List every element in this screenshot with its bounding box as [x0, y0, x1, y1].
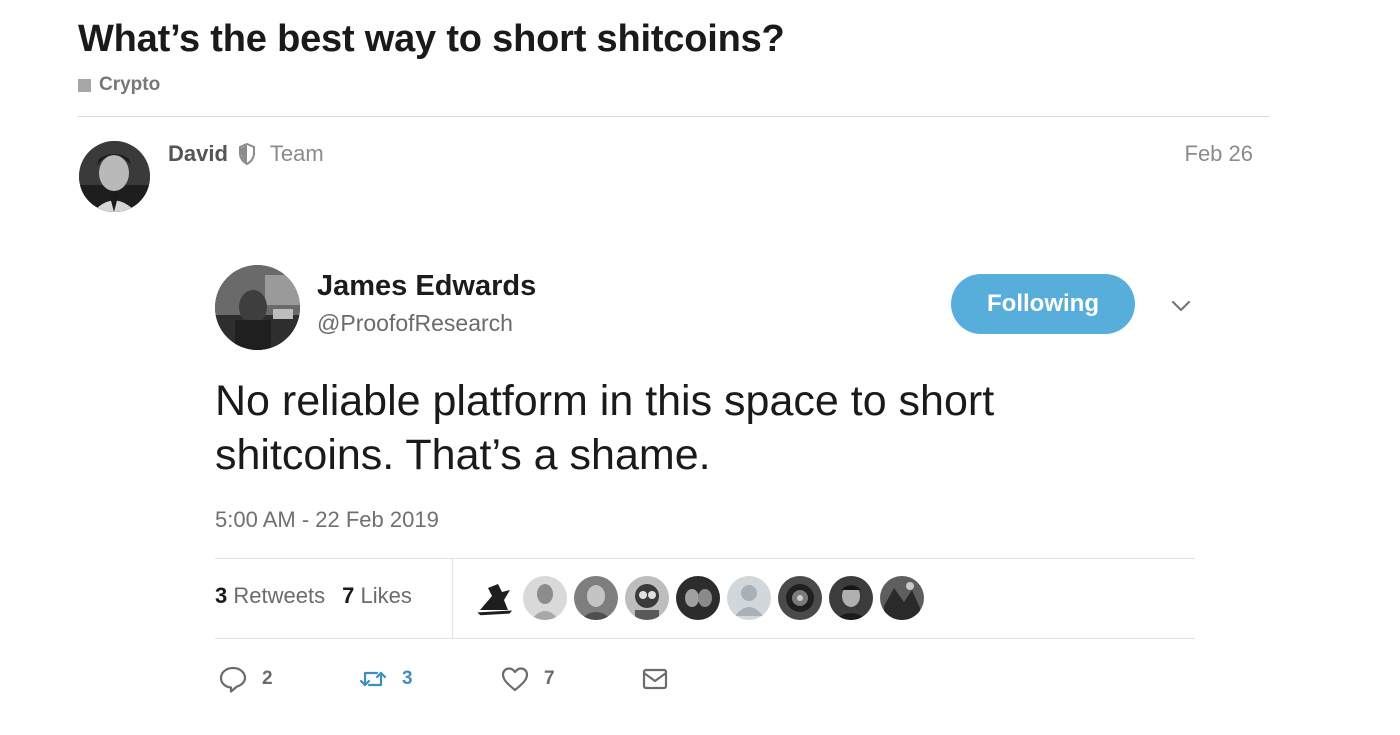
tweet-stats: 3 Retweets 7 Likes	[215, 583, 412, 609]
heart-icon	[501, 667, 529, 692]
category-color-swatch	[78, 78, 91, 92]
retweets-count: 3	[215, 583, 228, 608]
retweet-count: 3	[402, 668, 413, 689]
liker-avatar[interactable]	[625, 576, 669, 620]
post-author-avatar[interactable]	[79, 141, 150, 212]
liker-avatar[interactable]	[829, 576, 873, 620]
retweets-stat[interactable]: 3 Retweets	[215, 583, 325, 609]
like-count: 7	[544, 668, 555, 689]
stats-divider	[215, 638, 1195, 639]
like-button[interactable]: 7	[500, 664, 640, 694]
liker-avatar[interactable]	[676, 576, 720, 620]
likes-label: Likes	[360, 583, 412, 608]
liker-avatar[interactable]	[727, 576, 771, 620]
likers-avatars	[472, 576, 924, 620]
liker-avatar[interactable]	[880, 576, 924, 620]
stats-vertical-divider	[452, 559, 453, 638]
stats-divider	[215, 558, 1195, 559]
likes-stat[interactable]: 7 Likes	[342, 583, 412, 609]
reply-count: 2	[262, 668, 273, 689]
liker-avatar[interactable]	[778, 576, 822, 620]
retweet-button[interactable]: 3	[358, 664, 500, 694]
tweet-text: No reliable platform in this space to sh…	[215, 377, 995, 479]
reply-button[interactable]: 2	[218, 664, 358, 694]
reply-icon	[219, 666, 247, 693]
liker-avatar[interactable]	[472, 576, 516, 620]
topic-title[interactable]: What’s the best way to short shitcoins?	[78, 18, 785, 61]
title-divider	[78, 116, 1270, 117]
following-button[interactable]: Following	[951, 274, 1135, 334]
tweet-author-name[interactable]: James Edwards	[317, 270, 536, 303]
post-author-group[interactable]: Team	[270, 141, 324, 167]
post-meta: David Team	[168, 141, 324, 167]
liker-avatar[interactable]	[523, 576, 567, 620]
shield-icon	[238, 142, 256, 166]
tweet-timestamp[interactable]: 5:00 AM - 22 Feb 2019	[215, 507, 439, 533]
chevron-down-icon[interactable]	[1170, 295, 1192, 317]
post-author-name[interactable]: David	[168, 141, 228, 167]
direct-message-button[interactable]	[640, 664, 670, 694]
liker-avatar[interactable]	[574, 576, 618, 620]
retweet-icon	[359, 671, 387, 687]
tweet-author-handle[interactable]: @ProofofResearch	[317, 310, 513, 337]
tweet-actions: 2 3 7	[218, 664, 670, 694]
likes-count: 7	[342, 583, 355, 608]
post-date[interactable]: Feb 26	[1185, 141, 1254, 167]
category-name: Crypto	[99, 74, 161, 95]
tweet-author-avatar[interactable]	[215, 265, 300, 350]
envelope-icon	[642, 668, 668, 690]
category-badge[interactable]: Crypto	[78, 74, 160, 96]
retweets-label: Retweets	[233, 583, 326, 608]
